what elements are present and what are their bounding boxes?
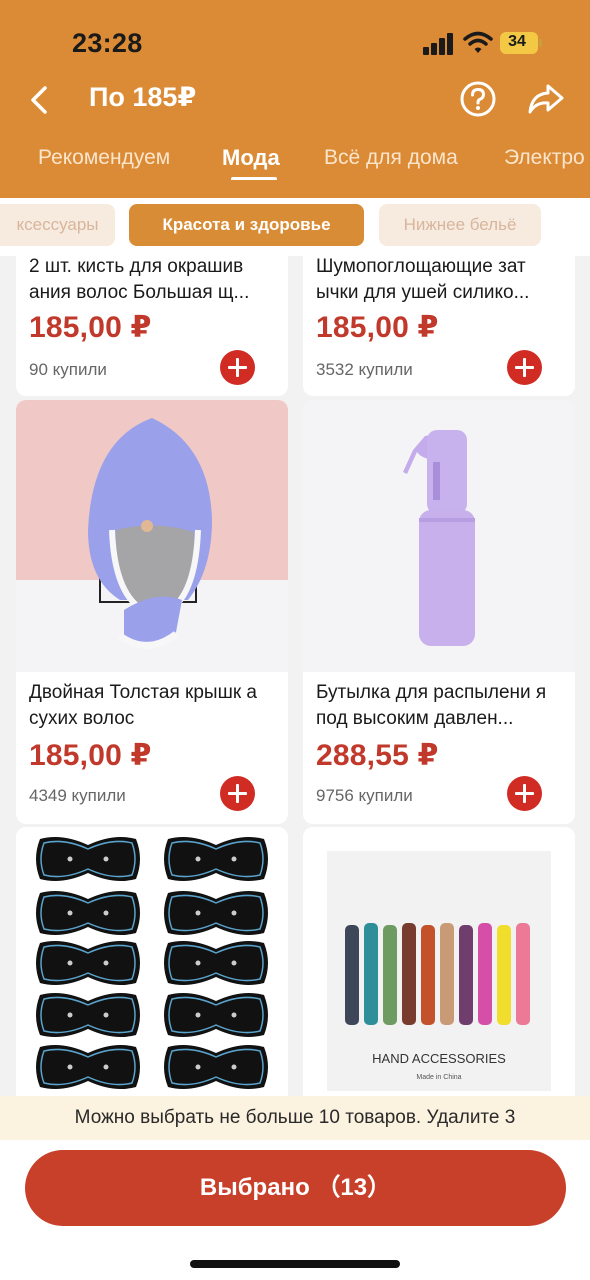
chip-beauty-health[interactable]: Красота и здоровье [129,204,364,246]
bottom-bar: Выбрано （13） [0,1140,590,1280]
product-price: 288,55 ₽ [316,739,439,772]
selected-items-button[interactable]: Выбрано （13） [25,1150,566,1226]
product-title: 2 шт. кисть для окрашив ания волос Больш… [29,256,250,303]
share-icon[interactable] [526,80,566,118]
product-sold-count: 90 купили [29,360,107,379]
image-text: HAND ACCESSORIES [372,1051,506,1066]
battery-level: 34 [508,33,526,50]
product-card[interactable]: Двойная Толстая крышк а сухих волос 185,… [16,400,288,824]
product-title: Бутылка для распылени я под высоким давл… [316,682,547,729]
status-time: 23:28 [72,28,143,58]
subcategory-chips: ксессуары Красота и здоровье Нижнее бель… [0,198,590,256]
add-button[interactable] [220,776,255,811]
battery-icon: 34 [500,32,542,54]
cellular-signal-icon [423,33,455,55]
product-grid: 2 шт. кисть для окрашив ания волос Больш… [0,256,590,1096]
product-image: HAND ACCESSORIES Made in China [303,827,575,1096]
product-image [16,827,288,1096]
page-title: По 185₽ [89,82,197,112]
app-header: 23:28 34 По 185₽ Рекомендуем Мода Всё дл… [0,0,590,198]
product-title: Двойная Толстая крышк а сухих волос [29,682,257,729]
home-indicator [190,1260,400,1268]
image-subtext: Made in China [416,1074,461,1081]
category-tabs: Рекомендуем Мода Всё для дома Электро [0,140,590,180]
tab-recommended[interactable]: Рекомендуем [38,146,170,170]
tab-electronics[interactable]: Электро [504,146,585,170]
product-sold-count: 3532 купили [316,360,413,379]
product-card[interactable] [16,827,288,1096]
chip-underwear[interactable]: Нижнее бельё [379,204,541,246]
tab-fashion[interactable]: Мода [222,145,280,171]
product-image [303,400,575,672]
product-card[interactable]: Шумопоглощающие зат ычки для ушей силико… [303,256,575,396]
back-icon[interactable] [26,82,52,118]
product-sold-count: 9756 купили [316,786,413,805]
product-title: Шумопоглощающие зат ычки для ушей силико… [316,256,530,303]
product-card[interactable]: 2 шт. кисть для окрашив ания волос Больш… [16,256,288,396]
product-card[interactable]: HAND ACCESSORIES Made in China [303,827,575,1096]
product-price: 185,00 ₽ [29,311,152,344]
product-card[interactable]: Бутылка для распылени я под высоким давл… [303,400,575,824]
selection-limit-notice: Можно выбрать не больше 10 товаров. Удал… [0,1096,590,1140]
active-tab-indicator [231,177,277,180]
product-sold-count: 4349 купили [29,786,126,805]
add-button[interactable] [507,776,542,811]
nav-bar: По 185₽ [0,78,590,122]
product-price: 185,00 ₽ [29,739,152,772]
tab-home[interactable]: Всё для дома [324,146,458,170]
chip-accessories[interactable]: ксессуары [0,204,115,246]
product-image [16,400,288,672]
add-button[interactable] [507,350,542,385]
product-price: 185,00 ₽ [316,311,439,344]
add-button[interactable] [220,350,255,385]
status-bar: 23:28 34 [0,0,590,80]
help-icon[interactable] [459,80,497,118]
wifi-icon [463,31,493,53]
